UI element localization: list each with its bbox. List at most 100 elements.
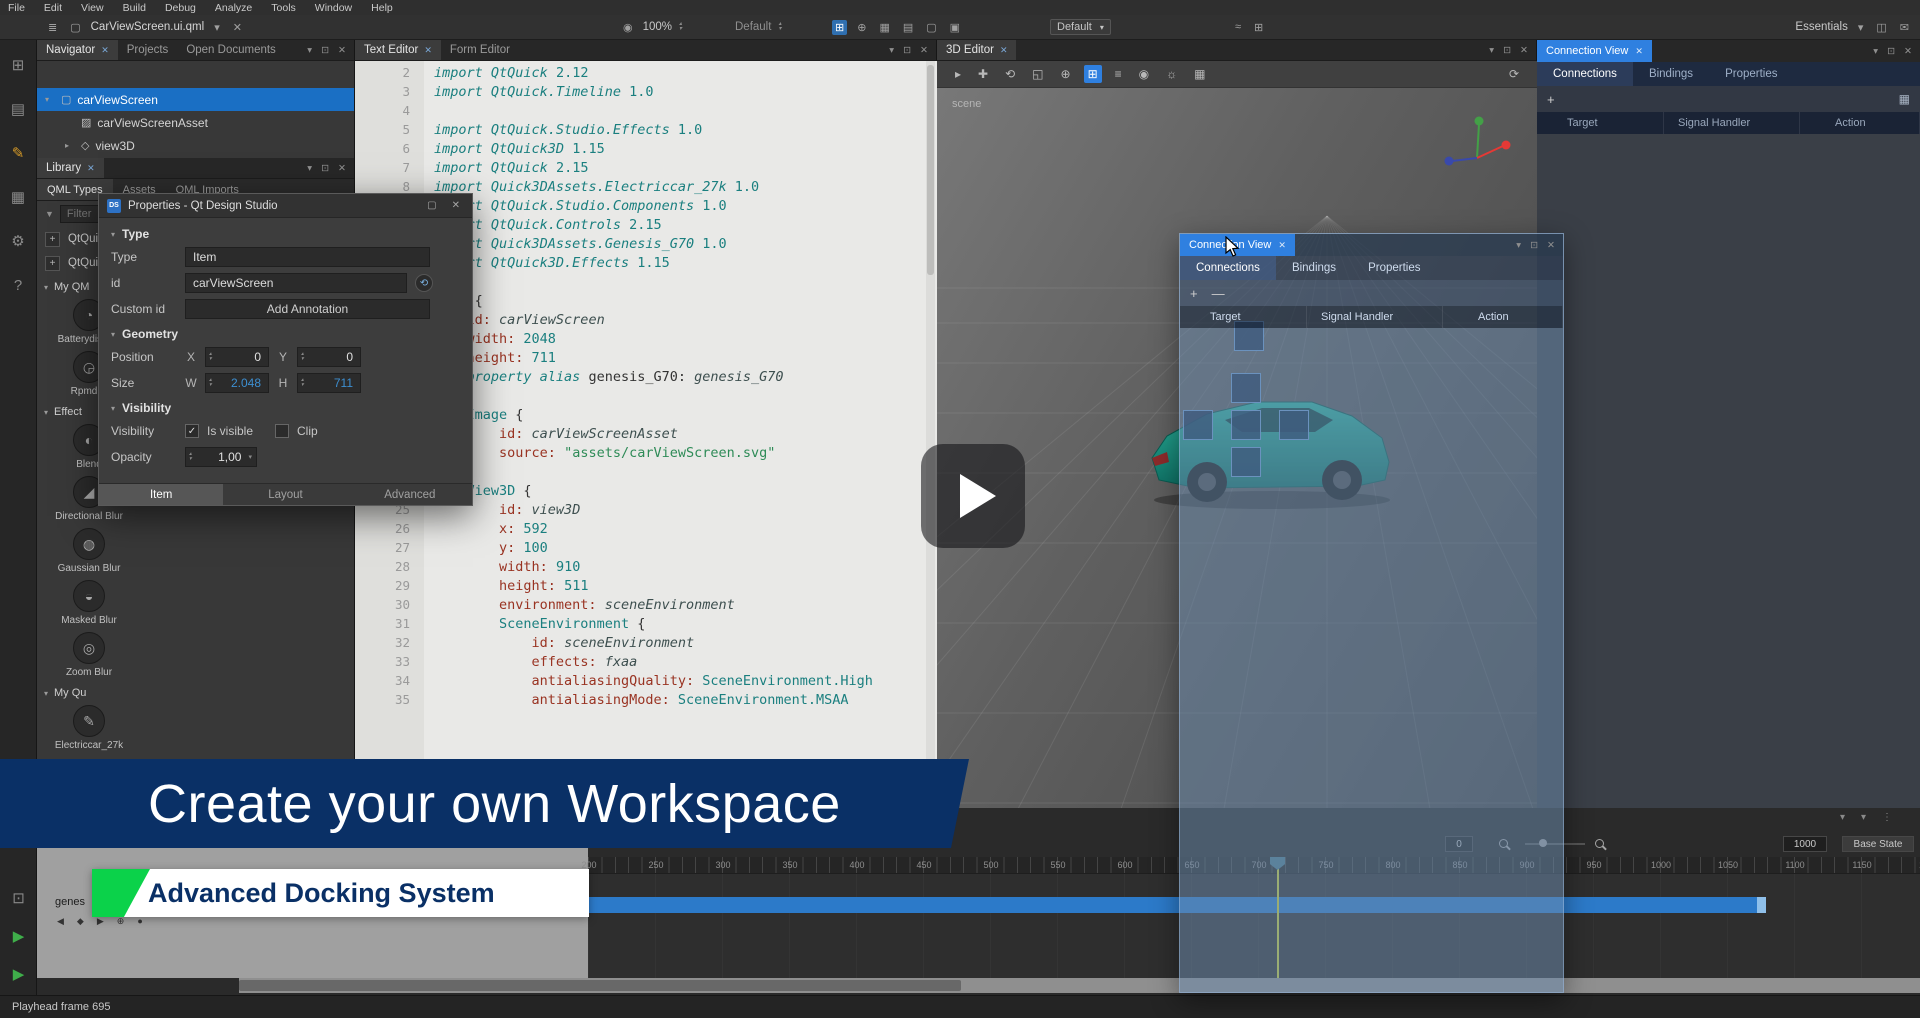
components-icon[interactable]: ▦ [6, 186, 30, 208]
connection-view-floating-panel[interactable]: Connection View✕▾⊡✕ConnectionsBindingsPr… [1179, 233, 1564, 993]
document-tab[interactable]: CarViewScreen.ui.qml [91, 21, 205, 33]
chevron-down-icon[interactable]: ▾ [1855, 20, 1867, 35]
menu-edit[interactable]: Edit [44, 2, 62, 14]
id-input[interactable]: carViewScreen [185, 273, 407, 293]
component-grid-icon[interactable]: ▦ [876, 20, 892, 35]
close-document-icon[interactable]: ✕ [230, 20, 245, 35]
scale-tool-icon[interactable]: ◱ [1028, 65, 1047, 83]
unpin-chevron-icon[interactable]: ▾ [1489, 45, 1494, 56]
library-section-header[interactable]: ▾My Qu [37, 684, 354, 702]
menu-help[interactable]: Help [371, 2, 393, 14]
reset-id-icon[interactable]: ⟲ [415, 274, 433, 292]
record-icon[interactable]: ◉ [620, 20, 636, 35]
timeline-scrollbar[interactable] [239, 978, 1920, 993]
editor-scrollbar[interactable] [926, 61, 935, 808]
tab-properties[interactable]: Properties [1352, 256, 1436, 280]
effects-icon[interactable]: ≈ [1232, 20, 1244, 34]
collapse-section-icon[interactable]: ▾ [111, 330, 115, 339]
tab-properties[interactable]: Properties [1709, 62, 1793, 86]
snap-grid-icon[interactable]: ⊞ [832, 20, 847, 35]
close-tab-icon[interactable]: ✕ [101, 45, 109, 56]
style-select[interactable]: Default [735, 21, 771, 33]
float-panel-icon[interactable]: ⊡ [1887, 46, 1895, 57]
menu-file[interactable]: File [8, 2, 25, 14]
clip-checkbox[interactable] [275, 424, 289, 438]
layout-grid-icon[interactable]: ⊞ [1251, 20, 1266, 35]
maximize-window-icon[interactable]: ▢ [423, 200, 440, 211]
home-grid-icon[interactable]: ⊞ [6, 54, 30, 76]
unpin-chevron-icon[interactable]: ▾ [307, 45, 312, 56]
remove-connection-button[interactable]: — [1212, 286, 1225, 301]
timeline-section-end[interactable] [1757, 897, 1766, 913]
scene-node-label[interactable]: scene [952, 98, 981, 110]
zoom-level[interactable]: 100% [643, 21, 672, 33]
add-keyframe-icon[interactable]: ⊕ [117, 916, 125, 927]
unpin-chevron-icon[interactable]: ▾ [1516, 240, 1521, 251]
close-panel-icon[interactable]: ✕ [1904, 46, 1912, 57]
snap-toggle-icon[interactable]: ⊞ [1084, 65, 1102, 83]
add-connection-button[interactable]: + [1190, 286, 1198, 301]
tab-advanced[interactable]: Advanced [348, 484, 472, 505]
keyframe-icon[interactable]: ◆ [77, 916, 84, 927]
tab-layout[interactable]: Layout [223, 484, 347, 505]
float-panel-icon[interactable]: ⊡ [321, 45, 329, 56]
record-keyframe-icon[interactable]: ● [137, 916, 142, 927]
is-visible-checkbox[interactable]: ✓ [185, 424, 199, 438]
prev-keyframe-icon[interactable]: ◀ [57, 916, 64, 927]
library-item-masked-blur[interactable]: ◒Masked Blur [37, 577, 141, 629]
local-global-icon[interactable]: ⊕ [1057, 65, 1075, 83]
align-view-icon[interactable]: ≡ [1111, 65, 1126, 83]
collapse-icon[interactable]: ▾ [1861, 812, 1866, 823]
video-play-button[interactable] [921, 444, 1025, 548]
end-frame-field[interactable]: 1000 [1783, 836, 1827, 852]
navigator-item-carViewScreenAsset[interactable]: ▨carViewScreenAsset [37, 111, 354, 134]
document-list-icon[interactable]: ≣ [45, 20, 60, 35]
library-item-gaussian-blur[interactable]: ◍Gaussian Blur [37, 525, 141, 577]
camera-icon[interactable]: ◉ [1135, 65, 1153, 83]
unpin-chevron-icon[interactable]: ▾ [889, 45, 894, 56]
rows-icon[interactable]: ▤ [900, 20, 916, 35]
tab-navigator[interactable]: Navigator✕ [37, 40, 118, 60]
float-panel-icon[interactable]: ⊡ [903, 45, 911, 56]
tab-library[interactable]: Library✕ [37, 158, 104, 178]
dialog-titlebar[interactable]: DS Properties - Qt Design Studio ▢ ✕ [99, 194, 472, 218]
view-columns-icon[interactable]: ◫ [1873, 20, 1889, 35]
next-keyframe-icon[interactable]: ▶ [97, 916, 104, 927]
connection-grid-icon[interactable]: ▦ [1899, 92, 1910, 106]
connections-table-body[interactable] [1537, 134, 1920, 808]
height-stepper[interactable]: ▴▾ 711 [297, 373, 361, 393]
connections-table-body[interactable] [1180, 328, 1563, 992]
width-stepper[interactable]: ▴▾ 2.048 [205, 373, 269, 393]
tab-3d-editor[interactable]: 3D Editor✕ [937, 40, 1016, 60]
tab-projects[interactable]: Projects [118, 40, 178, 60]
zoom-in-icon[interactable] [1595, 839, 1604, 848]
timeline-section-bar[interactable] [588, 897, 1757, 913]
tab-bindings[interactable]: Bindings [1633, 62, 1709, 86]
feedback-icon[interactable]: ✉ [1897, 20, 1912, 35]
close-panel-icon[interactable]: ✕ [338, 45, 346, 56]
tab-connections[interactable]: Connections [1537, 62, 1633, 86]
settings-gear-icon[interactable]: ⚙ [6, 230, 30, 252]
edit-pencil-icon[interactable]: ✎ [6, 142, 30, 164]
close-tab-icon[interactable]: ✕ [87, 163, 95, 174]
y-position-stepper[interactable]: ▴▾ 0 [297, 347, 361, 367]
library-item-zoom-blur[interactable]: ◎Zoom Blur [37, 629, 141, 681]
navigator-item-view3D[interactable]: ▸◇view3D [37, 134, 354, 157]
scrollbar-handle[interactable] [239, 980, 961, 991]
tab-open-documents[interactable]: Open Documents [177, 40, 285, 60]
style-stepper[interactable]: ▴▾ [778, 22, 781, 32]
axis-gizmo[interactable] [1437, 112, 1517, 182]
live-preview-icon[interactable]: ⊡ [7, 887, 31, 909]
fill-icon[interactable]: ▣ [947, 20, 963, 35]
close-panel-icon[interactable]: ✕ [338, 163, 346, 174]
grid-toggle-icon[interactable]: ▦ [1190, 65, 1209, 83]
select-tool-icon[interactable]: ▸ [951, 65, 965, 83]
state-selector[interactable]: Base State [1842, 836, 1914, 852]
reset-view-icon[interactable]: ⟳ [1505, 65, 1523, 83]
type-field[interactable]: Item [185, 247, 430, 267]
anchors-icon[interactable]: ⊕ [854, 20, 869, 35]
expander-icon[interactable]: ▾ [45, 95, 55, 104]
workspace-select[interactable]: Default ▾ [1050, 19, 1111, 35]
menu-view[interactable]: View [81, 2, 104, 14]
close-tab-icon[interactable]: ✕ [1278, 240, 1286, 251]
